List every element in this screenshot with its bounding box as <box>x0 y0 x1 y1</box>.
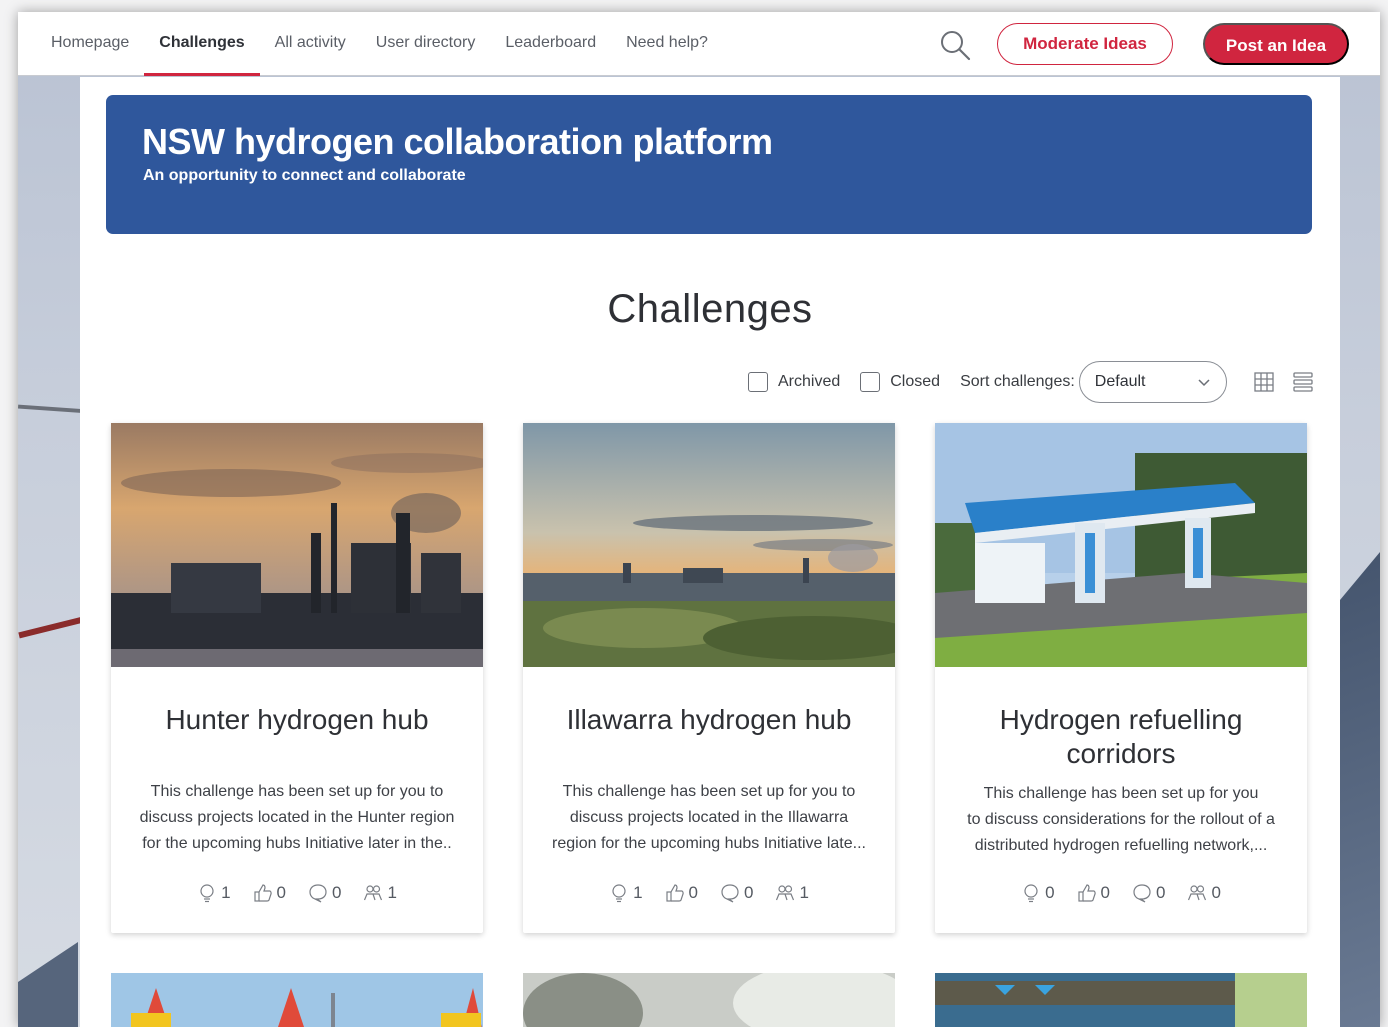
challenge-image-hunter <box>111 423 483 667</box>
chevron-down-icon <box>1198 379 1210 387</box>
card-description: This challenge has been set up for you t… <box>953 781 1289 859</box>
lightbulb-icon <box>612 884 626 903</box>
hero-banner: NSW hydrogen collaboration platform An o… <box>106 95 1312 234</box>
card-description-line: region for the upcoming hubs Initiative … <box>552 835 866 852</box>
top-navigation: Homepage Challenges All activity User di… <box>18 12 1380 76</box>
followers-count: 0 <box>1187 883 1221 903</box>
comments-count: 0 <box>1132 883 1165 903</box>
archived-checkbox[interactable] <box>748 372 768 392</box>
challenge-card-illawarra[interactable]: Illawarra hydrogen hub This challenge ha… <box>523 423 895 933</box>
challenge-card-partial[interactable] <box>111 973 483 1027</box>
votes-count-value: 0 <box>276 883 286 902</box>
comments-count: 0 <box>308 883 341 903</box>
search-icon[interactable] <box>938 28 972 62</box>
card-title: Illawarra hydrogen hub <box>566 704 852 735</box>
challenge-image-refuelling <box>935 423 1307 667</box>
challenge-image-bus <box>935 973 1307 1027</box>
card-description: This challenge has been set up for you t… <box>541 779 877 857</box>
archived-label: Archived <box>778 373 841 390</box>
card-stats: 1 0 0 1 <box>523 883 895 903</box>
closed-checkbox[interactable] <box>860 372 881 392</box>
followers-icon <box>1188 885 1207 901</box>
post-idea-button[interactable]: Post an Idea <box>1203 23 1349 65</box>
votes-count: 0 <box>665 883 698 903</box>
card-description-line: discuss projects located in the Illawarr… <box>569 809 849 826</box>
ideas-count: 1 <box>609 883 643 903</box>
votes-count: 0 <box>1077 883 1110 903</box>
challenge-image-port <box>111 973 483 1027</box>
followers-count-value: 1 <box>799 883 809 902</box>
sort-selected-value: Default <box>1094 373 1146 390</box>
ideas-count: 1 <box>197 883 231 903</box>
banner-title: NSW hydrogen collaboration platform <box>142 121 773 162</box>
comments-count-value: 0 <box>1156 883 1166 902</box>
comments-count-value: 0 <box>332 883 342 902</box>
votes-count-value: 0 <box>688 883 698 902</box>
followers-icon <box>364 885 383 901</box>
followers-count-value: 1 <box>387 883 397 902</box>
followers-count: 1 <box>775 883 809 903</box>
thumbs-up-icon <box>253 884 272 902</box>
ideas-count-value: 0 <box>1045 883 1055 902</box>
comment-icon <box>721 884 739 903</box>
comments-count-value: 0 <box>744 883 754 902</box>
nav-link-need-help[interactable]: Need help? <box>611 12 723 76</box>
ideas-count: 0 <box>1021 883 1055 903</box>
app-window: Homepage Challenges All activity User di… <box>18 12 1380 1027</box>
nav-link-challenges[interactable]: Challenges <box>144 12 261 76</box>
comment-icon <box>309 884 327 903</box>
sort-label: Sort challenges: <box>960 373 1075 390</box>
card-description-line: This challenge has been set up for you t… <box>562 783 856 800</box>
followers-count-value: 0 <box>1211 883 1221 902</box>
background-decoration <box>18 615 88 639</box>
challenge-card-hunter[interactable]: Hunter hydrogen hub This challenge has b… <box>111 423 483 933</box>
comments-count: 0 <box>720 883 753 903</box>
challenge-card-partial[interactable] <box>935 973 1307 1027</box>
card-stats: 0 0 0 0 <box>935 883 1307 903</box>
card-description: This challenge has been set up for you t… <box>129 779 465 857</box>
page-title: Challenges <box>607 287 813 331</box>
card-title: Hunter hydrogen hub <box>165 704 429 735</box>
nav-link-user-directory[interactable]: User directory <box>361 12 491 76</box>
card-description-line: This challenge has been set up for you t… <box>150 783 444 800</box>
card-description-line: distributed hydrogen refuelling network,… <box>974 837 1268 854</box>
ideas-count-value: 1 <box>221 883 231 902</box>
list-view-icon[interactable] <box>1292 371 1314 393</box>
challenge-image-illawarra <box>523 423 895 667</box>
nav-link-leaderboard[interactable]: Leaderboard <box>490 12 611 76</box>
sort-select[interactable]: Default <box>1078 361 1227 403</box>
nav-links: Homepage Challenges All activity User di… <box>36 12 723 76</box>
challenge-card-partial[interactable] <box>523 973 895 1027</box>
lightbulb-icon <box>1024 884 1038 903</box>
grid-view-icon[interactable] <box>1253 371 1275 393</box>
card-description-line: This challenge has been set up for you <box>983 785 1259 802</box>
thumbs-up-icon <box>665 884 684 902</box>
lightbulb-icon <box>200 884 214 903</box>
filter-bar: Archived Closed Sort challenges: Default <box>748 361 1227 403</box>
nav-link-homepage[interactable]: Homepage <box>36 12 144 76</box>
challenge-image-blurred <box>523 973 895 1027</box>
banner-subtitle: An opportunity to connect and collaborat… <box>143 167 466 184</box>
background-decoration <box>18 404 89 414</box>
ideas-count-value: 1 <box>633 883 643 902</box>
comment-icon <box>1133 884 1151 903</box>
followers-count: 1 <box>363 883 397 903</box>
votes-count-value: 0 <box>1100 883 1110 902</box>
card-description-line: to discuss considerations for the rollou… <box>967 811 1275 828</box>
card-stats: 1 0 0 1 <box>111 883 483 903</box>
followers-icon <box>776 885 795 901</box>
votes-count: 0 <box>253 883 286 903</box>
card-title-line: Hydrogen refuelling <box>999 704 1243 735</box>
moderate-ideas-button[interactable]: Moderate Ideas <box>997 23 1173 65</box>
main-content: NSW hydrogen collaboration platform An o… <box>80 77 1340 1027</box>
closed-label: Closed <box>890 373 941 390</box>
nav-link-all-activity[interactable]: All activity <box>260 12 361 76</box>
card-description-line: discuss projects located in the Hunter r… <box>139 809 455 826</box>
thumbs-up-icon <box>1077 884 1096 902</box>
challenge-card-refuelling[interactable]: Hydrogen refuelling corridors This chall… <box>935 423 1307 933</box>
card-description-line: for the upcoming hubs Initiative later i… <box>142 835 452 852</box>
background-decoration <box>18 942 78 1027</box>
card-title: Hydrogen refuelling corridors <box>955 703 1287 771</box>
card-title-line: corridors <box>1066 738 1176 769</box>
